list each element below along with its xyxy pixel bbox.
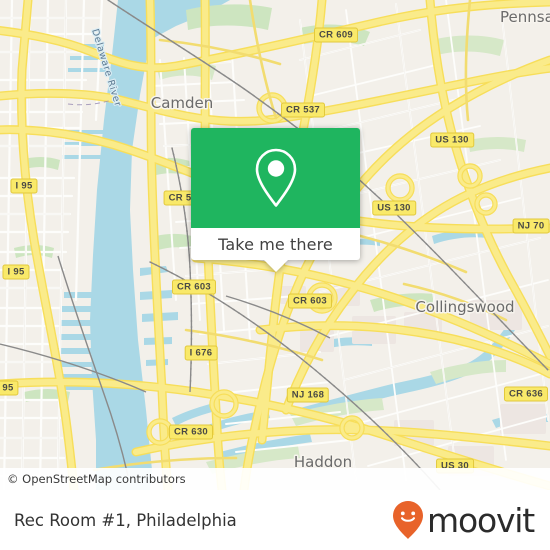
road-shield: 95 — [0, 380, 19, 396]
road-shield: NJ 70 — [512, 218, 550, 234]
callout-tail — [262, 259, 289, 272]
map-attribution[interactable]: © OpenStreetMap contributors — [0, 468, 550, 490]
place-label: Pennsau — [500, 8, 550, 26]
road-shield: CR 603 — [287, 293, 333, 309]
place-label: Camden — [151, 94, 214, 112]
road-shield: I 95 — [10, 178, 38, 194]
road-shield: US 130 — [372, 200, 416, 216]
location-callout-card[interactable]: Take me there — [191, 128, 360, 272]
take-me-there-label: Take me there — [218, 234, 333, 254]
callout-icon-area — [191, 128, 360, 228]
road-shield: CR 603 — [171, 279, 217, 295]
place-label: Collingswood — [415, 298, 514, 316]
location-pin-icon — [255, 148, 296, 207]
road-shield: NJ 168 — [286, 387, 330, 403]
map-canvas[interactable]: Camden Pennsau Collingswood Haddon Delaw… — [0, 0, 550, 490]
road-shield: US 130 — [430, 132, 474, 148]
road-shield: CR 636 — [503, 386, 549, 402]
road-shield: I 676 — [184, 345, 218, 361]
moovit-logo[interactable]: moovit — [391, 500, 535, 540]
callout-action-area[interactable]: Take me there — [191, 228, 360, 272]
road-shield: I 95 — [2, 264, 30, 280]
moovit-smiley-pin-icon — [393, 501, 424, 539]
road-shield: CR 609 — [313, 27, 359, 43]
road-shield: CR 630 — [168, 424, 214, 440]
road-shield: CR 537 — [280, 102, 326, 118]
place-title: Rec Room #1, Philadelphia — [14, 510, 237, 530]
footer-bar: Rec Room #1, Philadelphia moovit — [0, 490, 550, 550]
attribution-text: © OpenStreetMap contributors — [7, 472, 186, 486]
moovit-wordmark: moovit — [427, 500, 535, 540]
map-screenshot: Camden Pennsau Collingswood Haddon Delaw… — [0, 0, 550, 550]
